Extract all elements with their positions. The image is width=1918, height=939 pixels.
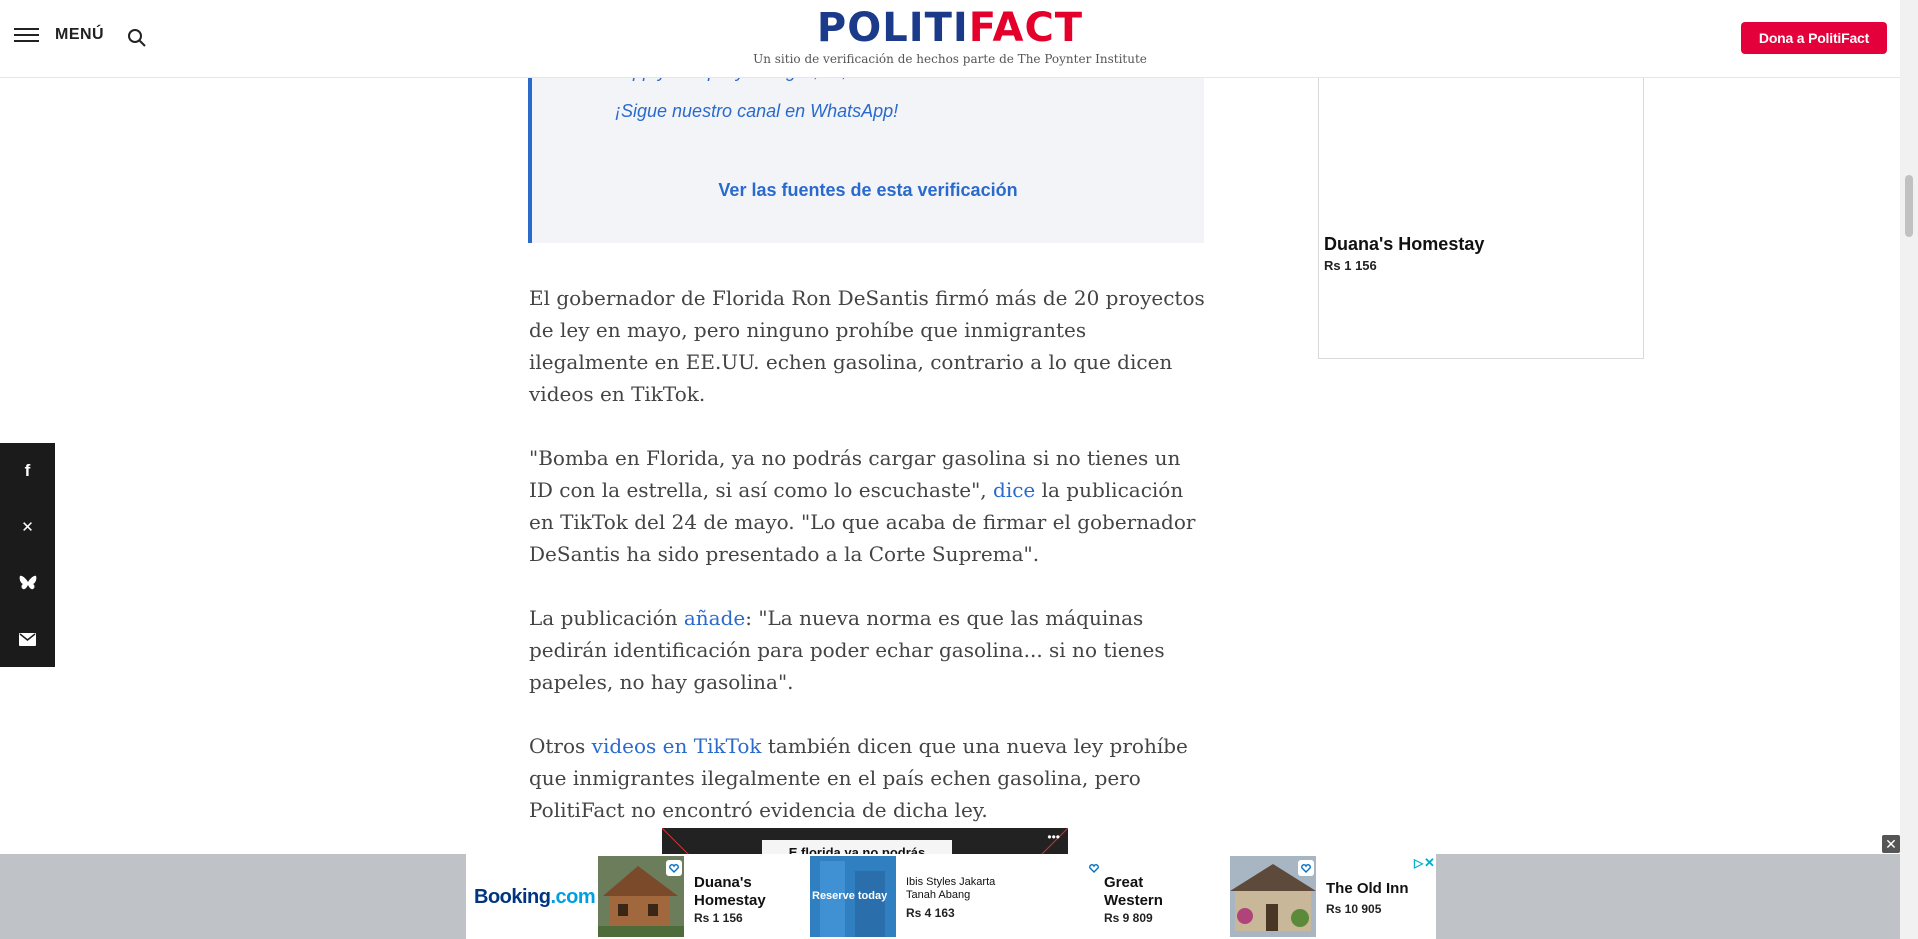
article-body: El gobernador de Florida Ron DeSantis fi… bbox=[529, 282, 1205, 858]
sidebar-ad-price: Rs 1 156 bbox=[1324, 258, 1377, 273]
article-paragraph-3: La publicación añade: "La nueva norma es… bbox=[529, 606, 1165, 694]
tiktok-videos-link[interactable]: videos en TikTok bbox=[592, 734, 762, 758]
ad-card-ibis-styles[interactable]: Reserve today Ibis Styles Jakarta Tanah … bbox=[810, 854, 1010, 939]
x-icon: ✕ bbox=[21, 519, 34, 536]
menu-label: MENÚ bbox=[55, 26, 105, 43]
share-rail: f ✕ bbox=[0, 443, 55, 667]
email-icon bbox=[19, 632, 36, 646]
adchoices-icon[interactable]: ▷ bbox=[1414, 856, 1423, 870]
ad-card-price: Rs 10 905 bbox=[1326, 902, 1382, 916]
site-logo[interactable]: POLITIFACT Un sitio de verificación de h… bbox=[740, 6, 1160, 66]
ad-card-title: Duana's Homestay bbox=[694, 874, 766, 909]
embed-more-icon[interactable]: ••• bbox=[1047, 830, 1060, 844]
ad-card-title: Ibis Styles Jakarta Tanah Abang bbox=[906, 876, 996, 901]
ad-card-the-old-inn[interactable]: The Old Inn Rs 10 905 bbox=[1230, 854, 1430, 939]
ad-card-great-western[interactable]: Great Western Rs 9 809 bbox=[1086, 854, 1206, 939]
ad-close-button[interactable]: ✕ bbox=[1882, 835, 1900, 853]
hamburger-icon bbox=[14, 27, 39, 43]
share-bluesky-button[interactable] bbox=[0, 555, 55, 611]
menu-button[interactable]: MENÚ bbox=[14, 26, 104, 44]
dice-link[interactable]: dice bbox=[993, 478, 1035, 502]
sidebar-ad[interactable]: Duana's Homestay Rs 1 156 bbox=[1318, 77, 1644, 359]
whatsapp-channel-link[interactable]: ¡Sigue nuestro canal en WhatsApp! bbox=[615, 101, 898, 122]
ad-card-title: Great Western bbox=[1104, 874, 1163, 909]
ad-card-price: Rs 1 156 bbox=[694, 911, 743, 925]
anade-link[interactable]: añade bbox=[684, 606, 745, 630]
ad-card-price: Rs 4 163 bbox=[906, 906, 955, 920]
site-header: MENÚ POLITIFACT Un sitio de verificación… bbox=[0, 0, 1900, 78]
sidebar-ad-hotel-name: Duana's Homestay bbox=[1324, 234, 1485, 254]
booking-ad-banner[interactable]: Booking.com Duana's Homestay Rs 1 156 Re… bbox=[466, 854, 1436, 939]
save-heart-icon[interactable] bbox=[1298, 860, 1314, 876]
article-paragraph-1: El gobernador de Florida Ron DeSantis fi… bbox=[529, 286, 1205, 406]
ad-card-price: Rs 9 809 bbox=[1104, 911, 1153, 925]
facebook-icon: f bbox=[24, 461, 31, 480]
share-facebook-button[interactable]: f bbox=[0, 443, 55, 499]
bluesky-icon bbox=[19, 575, 36, 590]
logo-part-fact: FACT bbox=[968, 5, 1084, 51]
booking-logo[interactable]: Booking.com bbox=[474, 886, 596, 909]
ad-card-title: The Old Inn bbox=[1326, 880, 1409, 897]
share-x-button[interactable]: ✕ bbox=[0, 499, 55, 555]
share-email-button[interactable] bbox=[0, 611, 55, 667]
ad-card-duanas-homestay[interactable]: Duana's Homestay Rs 1 156 bbox=[598, 854, 808, 939]
logo-part-politi: POLITI bbox=[816, 5, 969, 51]
save-heart-icon[interactable] bbox=[666, 860, 682, 876]
scrollbar-thumb[interactable] bbox=[1905, 175, 1913, 237]
ad-dismiss-icon[interactable]: ✕ bbox=[1424, 855, 1435, 871]
fact-check-callout: …pp y… …p…y… …g…, …,… ¡Sigue nuestro can… bbox=[528, 61, 1204, 243]
page-scrollbar[interactable] bbox=[1900, 0, 1918, 939]
donate-button[interactable]: Dona a PolitiFact bbox=[1741, 22, 1887, 54]
reserve-today-label: Reserve today bbox=[812, 890, 888, 902]
site-tagline: Un sitio de verificación de hechos parte… bbox=[753, 52, 1147, 66]
article-paragraph-4: Otros videos en TikTok también dicen que… bbox=[529, 734, 1188, 822]
view-sources-link[interactable]: Ver las fuentes de esta verificación bbox=[532, 180, 1204, 201]
search-icon[interactable] bbox=[127, 28, 147, 48]
save-heart-icon[interactable] bbox=[1086, 860, 1102, 876]
article-paragraph-2: "Bomba en Florida, ya no podrás cargar g… bbox=[529, 446, 1196, 566]
